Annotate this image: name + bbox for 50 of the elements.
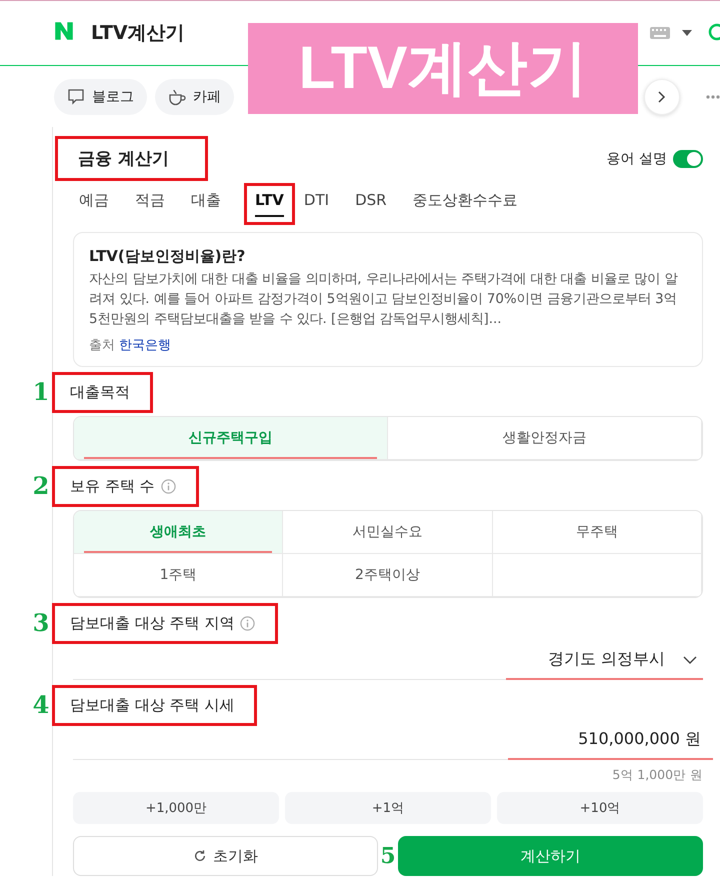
info-description: 자산의 담보가치에 대한 대출 비율을 의미하며, 우리나라에서는 주택가격에 대한 대출 비율로 많이 알려져 있다. 예를 들어 아파트 감정가격이 5억원이고 담보인정비율이 70%이면 금융기관으로부터 3억 5천만원의 주택담보대출을 받을 수 있다. [은행업 감독업무시행세칙]... <box>89 271 679 329</box>
add-amount-button[interactable]: +10억 <box>497 792 703 824</box>
calculator-tab[interactable]: DSR <box>355 188 387 215</box>
option-button[interactable]: 서민실수요 <box>283 511 493 554</box>
info-icon[interactable] <box>240 616 256 631</box>
field-label: 담보대출 대상 주택 시세 <box>70 696 234 715</box>
caret-icon[interactable] <box>682 30 692 36</box>
chevron-down-icon <box>683 656 697 664</box>
keyboard-icon[interactable] <box>650 27 670 39</box>
info-title: LTV(담보인정비율)란? <box>89 247 246 266</box>
field-label: 보유 주택 수 <box>70 477 155 496</box>
info-icon[interactable] <box>160 479 176 494</box>
calculator-tab[interactable]: 예금 <box>79 188 109 216</box>
step-number: 1 <box>32 377 50 406</box>
search-tab-chip[interactable]: 블로그 <box>54 79 147 115</box>
price-input-field[interactable]: 510,000,000 원 <box>508 729 713 760</box>
amount-hint: 5억 1,000만 원 <box>611 767 703 784</box>
glossary-label: 용어 설명 <box>606 150 667 168</box>
option-button[interactable]: 2주택이상 <box>283 554 493 597</box>
calculator-tab[interactable]: 적금 <box>135 188 165 216</box>
step-number: 4 <box>32 690 50 719</box>
glossary-toggle[interactable] <box>673 150 703 168</box>
refresh-icon <box>193 849 208 863</box>
option-button[interactable]: 무주택 <box>492 511 702 554</box>
add-amount-button[interactable]: +1억 <box>285 792 491 824</box>
region-dropdown[interactable]: 경기도 의정부시 <box>506 647 703 680</box>
calculator-tab[interactable]: 대출 <box>191 188 221 216</box>
step-number: 5 <box>380 843 396 869</box>
more-icon[interactable] <box>706 95 720 99</box>
step-number: 2 <box>32 471 50 500</box>
source-label: 출처 <box>89 338 115 353</box>
option-button[interactable]: 1주택 <box>74 554 284 597</box>
calculator-title: 금융 계산기 <box>58 139 205 178</box>
cup-icon <box>168 88 186 106</box>
next-arrow-button[interactable] <box>644 79 680 115</box>
field-label: 대출목적 <box>70 383 130 402</box>
overlay-banner: LTV계산기 <box>248 23 638 114</box>
add-amount-button[interactable]: +1,000만 <box>73 792 279 824</box>
calculator-tab[interactable]: LTV <box>255 188 284 217</box>
speech-bubble-icon <box>67 89 85 105</box>
source-link[interactable]: 한국은행 <box>119 338 172 353</box>
calculator-tab[interactable]: DTI <box>304 188 330 215</box>
reset-button[interactable]: 초기화 <box>73 836 378 876</box>
search-query[interactable]: LTV계산기 <box>91 20 185 46</box>
option-button[interactable]: 생활안정자금 <box>388 417 702 460</box>
search-tab-chip[interactable]: 카페 <box>155 79 234 115</box>
calculator-tab[interactable]: 중도상환수수료 <box>412 188 518 216</box>
field-label: 담보대출 대상 주택 지역 <box>70 614 234 633</box>
chevron-right-icon <box>658 91 666 103</box>
step-number: 3 <box>32 608 50 637</box>
